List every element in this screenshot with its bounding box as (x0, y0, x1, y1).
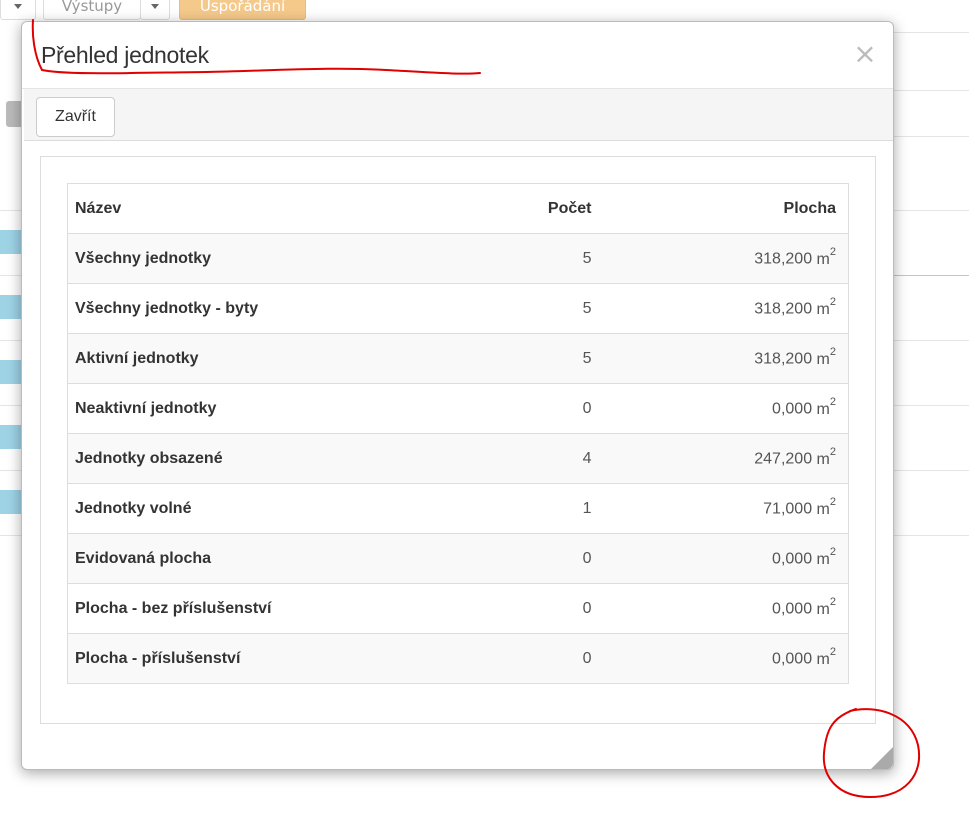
close-icon[interactable]: × (853, 40, 877, 68)
area-value: 0,000 (772, 600, 813, 618)
row-count: 5 (368, 283, 599, 334)
dialog-title: Přehled jednotek (41, 42, 209, 68)
chevron-down-icon (14, 3, 22, 9)
outputs-label: Výstupy (61, 0, 123, 15)
dropdown-toggle-button[interactable] (0, 0, 36, 20)
area-value: 318,200 (754, 250, 813, 268)
row-area: 318,200 m2 (598, 283, 849, 334)
background-divider (893, 535, 969, 536)
row-area: 71,000 m2 (598, 483, 849, 534)
row-area: 0,000 m2 (598, 533, 849, 584)
row-name: Aktivní jednotky (67, 333, 369, 384)
area-value: 71,000 (763, 500, 813, 518)
table-row: Neaktivní jednotky 0 0,000 m2 (67, 383, 849, 434)
table-row: Plocha - příslušenství 0 0,000 m2 (67, 633, 849, 684)
row-area: 0,000 m2 (598, 583, 849, 634)
area-unit: m2 (816, 446, 836, 468)
background-row-highlight (0, 425, 21, 449)
background-divider (0, 535, 22, 536)
row-area: 318,200 m2 (598, 333, 849, 384)
table-row: Jednotky volné 1 71,000 m2 (67, 483, 849, 534)
row-area: 0,000 m2 (598, 383, 849, 434)
resize-handle-icon[interactable] (869, 745, 893, 769)
row-area: 0,000 m2 (598, 633, 849, 684)
area-value: 318,200 (754, 300, 813, 318)
background-row-highlight (0, 490, 21, 514)
background-divider (893, 136, 969, 137)
background-divider (893, 340, 969, 341)
row-name: Všechny jednotky - byty (67, 283, 369, 334)
area-value: 318,200 (754, 350, 813, 368)
area-unit: m2 (816, 496, 836, 518)
background-tag (6, 101, 22, 127)
table-row: Plocha - bez příslušenství 0 0,000 m2 (67, 583, 849, 634)
row-name: Evidovaná plocha (67, 533, 369, 584)
outputs-dropdown-toggle[interactable] (140, 0, 170, 20)
background-divider (0, 405, 22, 406)
chevron-down-icon (151, 3, 159, 9)
background-divider (0, 470, 22, 471)
area-unit: m2 (816, 396, 836, 418)
area-value: 0,000 (772, 550, 813, 568)
area-unit: m2 (816, 646, 836, 668)
background-divider (893, 405, 969, 406)
area-unit: m2 (816, 346, 836, 368)
background-row-highlight (0, 295, 21, 319)
area-value: 0,000 (772, 400, 813, 418)
area-value: 247,200 (754, 450, 813, 468)
background-row-highlight (0, 230, 21, 254)
background-divider (893, 275, 969, 276)
row-area: 247,200 m2 (598, 433, 849, 484)
row-count: 0 (368, 383, 599, 434)
row-count: 5 (368, 233, 599, 284)
background-divider (0, 275, 22, 276)
area-value: 0,000 (772, 650, 813, 668)
dialog-toolbar: Zavřít (24, 89, 893, 141)
row-count: 0 (368, 633, 599, 684)
column-header-name: Název (67, 183, 369, 234)
area-unit: m2 (816, 296, 836, 318)
column-header-count: Počet (368, 183, 599, 234)
row-area: 318,200 m2 (598, 233, 849, 284)
arrange-button[interactable]: Uspořádání (179, 0, 306, 20)
area-unit: m2 (816, 246, 836, 268)
dialog-header: Přehled jednotek × (22, 22, 893, 89)
background-divider (893, 32, 969, 33)
row-count: 5 (368, 333, 599, 384)
background-divider (0, 210, 22, 211)
row-count: 0 (368, 583, 599, 634)
background-divider (893, 470, 969, 471)
row-name: Neaktivní jednotky (67, 383, 369, 434)
background-row-highlight (0, 360, 21, 384)
background-divider (893, 210, 969, 211)
table-row: Všechny jednotky 5 318,200 m2 (67, 233, 849, 284)
background-divider (893, 90, 969, 91)
row-name: Plocha - bez příslušenství (67, 583, 369, 634)
table-row: Jednotky obsazené 4 247,200 m2 (67, 433, 849, 484)
row-name: Plocha - příslušenství (67, 633, 369, 684)
row-name: Všechny jednotky (67, 233, 369, 284)
row-count: 0 (368, 533, 599, 584)
row-name: Jednotky obsazené (67, 433, 369, 484)
units-overview-dialog: Přehled jednotek × Zavřít Název Počet Pl… (21, 21, 894, 770)
row-count: 4 (368, 433, 599, 484)
area-unit: m2 (816, 546, 836, 568)
area-unit: m2 (816, 596, 836, 618)
row-name: Jednotky volné (67, 483, 369, 534)
arrange-label: Uspořádání (199, 0, 286, 15)
column-header-area: Plocha (598, 183, 849, 234)
units-table: Název Počet Plocha Všechny jednotky 5 31… (67, 183, 849, 684)
table-row: Všechny jednotky - byty 5 318,200 m2 (67, 283, 849, 334)
table-row: Aktivní jednotky 5 318,200 m2 (67, 333, 849, 384)
table-panel: Název Počet Plocha Všechny jednotky 5 31… (40, 156, 876, 724)
background-divider (0, 340, 22, 341)
outputs-button[interactable]: Výstupy (43, 0, 141, 20)
table-header-row: Název Počet Plocha (67, 183, 849, 234)
table-row: Evidovaná plocha 0 0,000 m2 (67, 533, 849, 584)
row-count: 1 (368, 483, 599, 534)
close-button[interactable]: Zavřít (36, 97, 115, 137)
